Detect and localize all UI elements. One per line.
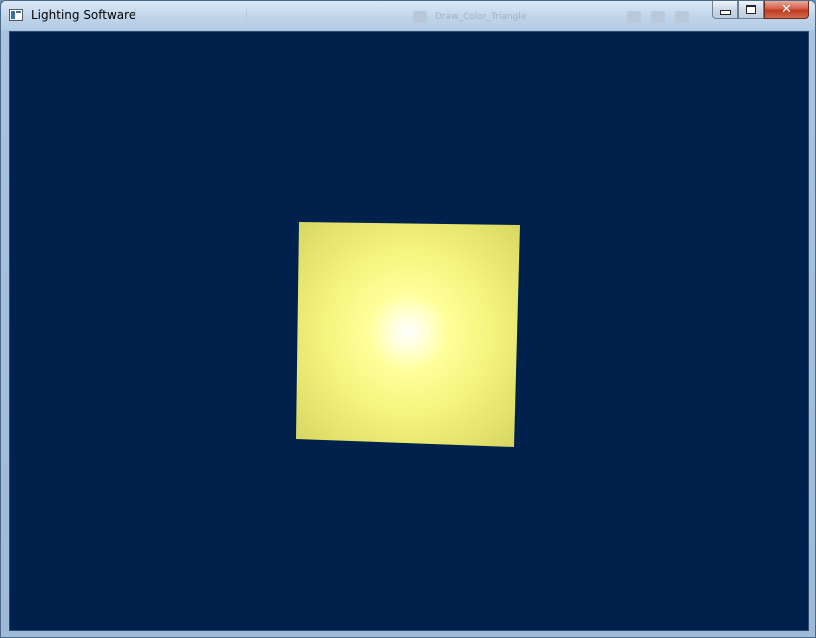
render-viewport[interactable]: [9, 31, 809, 631]
close-button[interactable]: ✕: [764, 1, 809, 19]
maximize-icon: [746, 5, 756, 14]
background-app-icon: [413, 11, 427, 23]
lit-quad: [296, 222, 520, 447]
window-title: Lighting Software: [31, 8, 137, 22]
background-toolbar-icon: [675, 11, 689, 23]
background-toolbar-icon: [627, 11, 641, 23]
caption-buttons: ✕: [712, 1, 809, 21]
title-bar[interactable]: Lighting Software Draw_Color_Triangle ✕: [1, 1, 815, 30]
app-icon[interactable]: [9, 9, 23, 21]
app-window: Lighting Software Draw_Color_Triangle ✕: [0, 0, 816, 638]
maximize-button[interactable]: [738, 1, 764, 19]
minimize-button[interactable]: [712, 1, 738, 19]
background-window-edge: [135, 9, 247, 27]
background-toolbar-icon: [651, 11, 665, 23]
background-window-title: Draw_Color_Triangle: [435, 12, 527, 22]
minimize-icon: [719, 10, 731, 15]
close-icon: ✕: [781, 2, 792, 17]
scene-canvas: [296, 222, 520, 447]
